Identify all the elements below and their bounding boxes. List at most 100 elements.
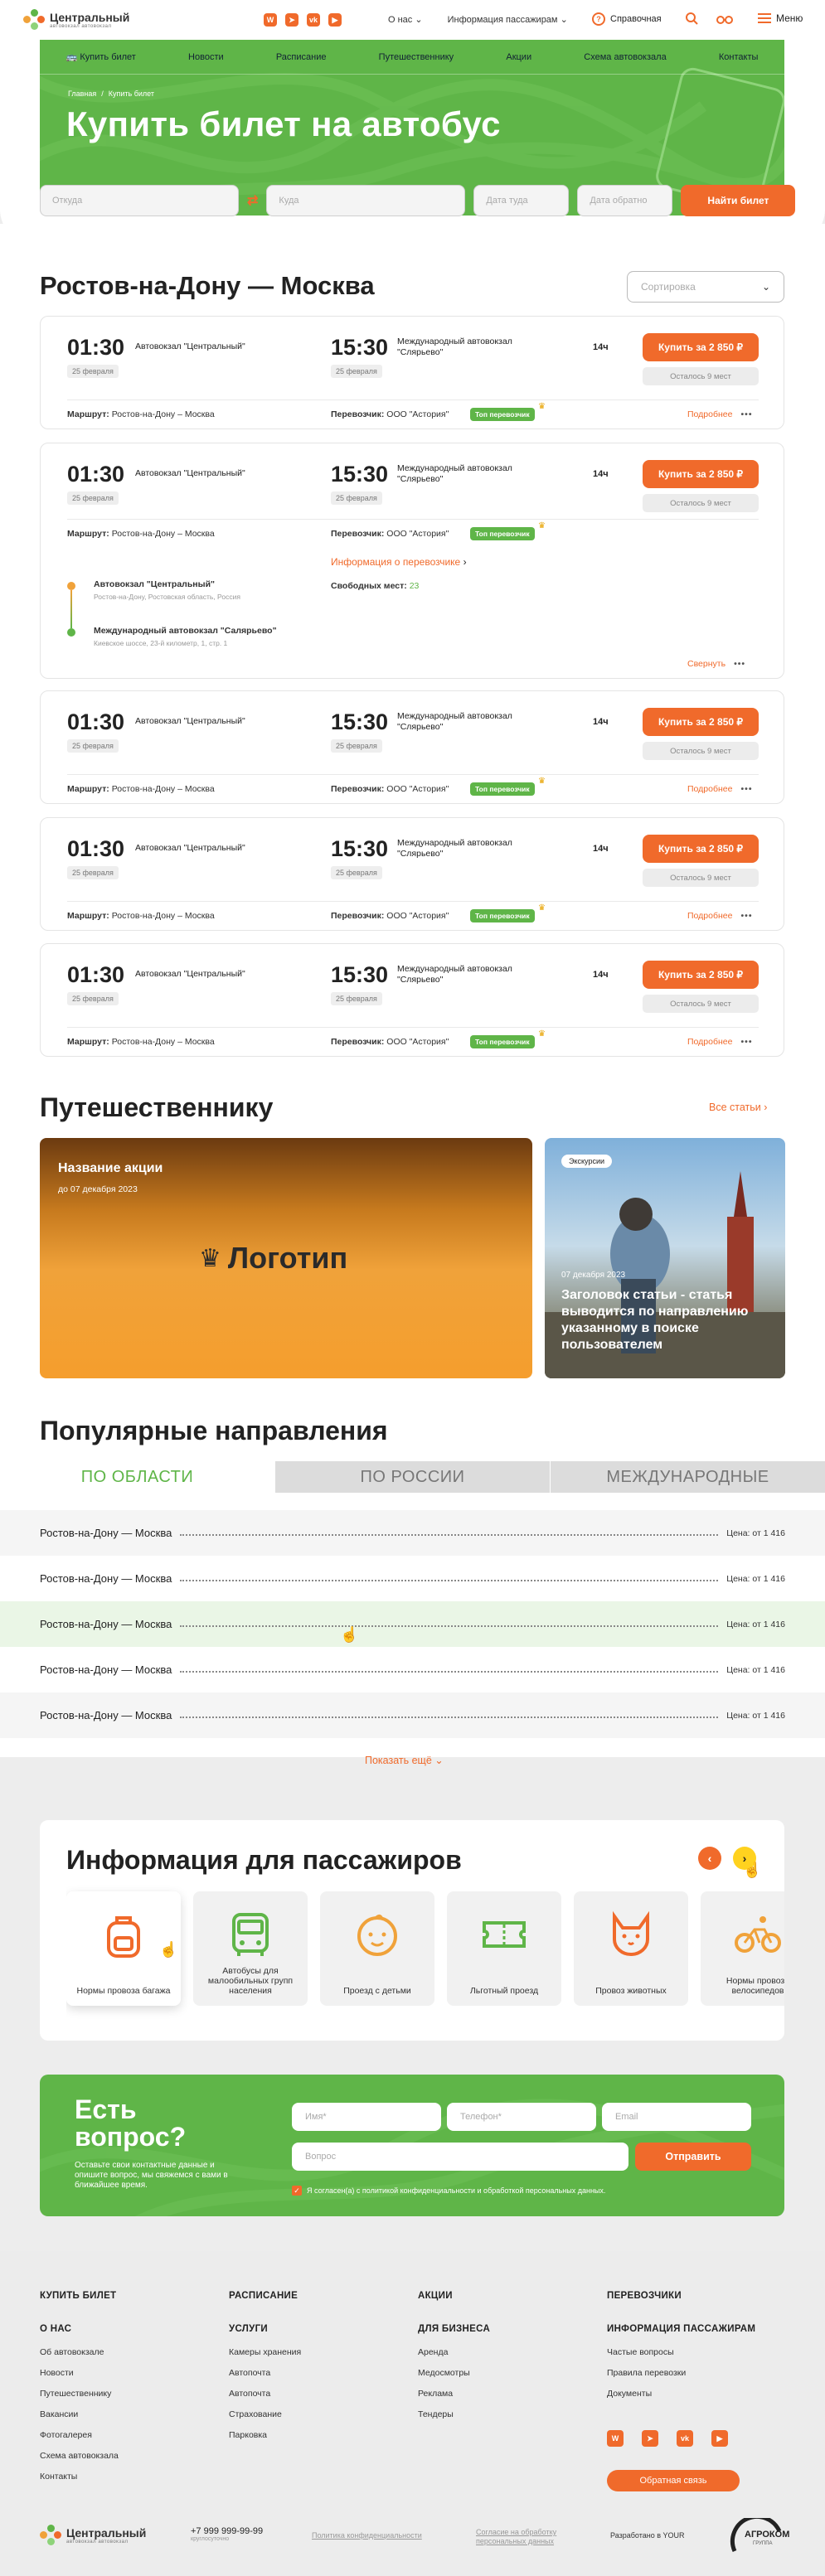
buy-button[interactable]: Купить за 2 850 ₽	[643, 961, 759, 989]
details-link[interactable]: Подробнее •••	[687, 784, 753, 794]
footer-link[interactable]: Контакты	[40, 2472, 119, 2482]
footer-heading[interactable]: АКЦИИ	[418, 2291, 490, 2301]
privacy-link[interactable]: Политика конфиденциальности	[312, 2531, 422, 2540]
sort-select[interactable]: Сортировка ⌄	[627, 271, 784, 303]
vk-icon[interactable]: vk	[677, 2430, 693, 2447]
footer-link[interactable]: Аренда	[418, 2347, 490, 2357]
nav-schedule[interactable]: Расписание	[276, 52, 327, 62]
footer-heading[interactable]: УСЛУГИ	[229, 2324, 301, 2334]
direction-row[interactable]: Ростов-на-Дону — Москва Цена: от 1 416	[0, 1510, 825, 1556]
footer-link[interactable]: Камеры хранения	[229, 2347, 301, 2357]
footer-link[interactable]: Парковка	[229, 2430, 301, 2440]
footer-phone[interactable]: +7 999 999-99-99	[191, 2526, 263, 2536]
footer-link[interactable]: Новости	[40, 2368, 119, 2378]
footer-link[interactable]: Автопочта	[229, 2368, 301, 2378]
all-articles-link[interactable]: Все статьи ›	[709, 1102, 767, 1113]
footer-heading[interactable]: РАСПИСАНИЕ	[229, 2291, 301, 2301]
category-low-mobility[interactable]: Автобусы для малообильных групп населени…	[193, 1891, 308, 2006]
telegram-icon[interactable]: ➤	[285, 13, 298, 27]
buy-button[interactable]: Купить за 2 850 ₽	[643, 460, 759, 488]
tab-russia[interactable]: ПО РОССИИ	[274, 1461, 550, 1493]
buy-button[interactable]: Купить за 2 850 ₽	[643, 835, 759, 863]
more-dots-icon[interactable]: •••	[734, 659, 745, 669]
footer-heading[interactable]: ИНФОРМАЦИЯ ПАССАЖИРАМ	[607, 2324, 755, 2334]
promo-card[interactable]: Название акции до 07 декабря 2023 ♛ Лого…	[40, 1138, 532, 1378]
direction-row[interactable]: Ростов-на-Дону — Москва Цена: от 1 416	[0, 1556, 825, 1601]
footer-link[interactable]: Автопочта	[229, 2389, 301, 2399]
more-dots-icon[interactable]: •••	[740, 784, 752, 794]
footer-link[interactable]: Медосмотры	[418, 2368, 490, 2378]
footer-link[interactable]: Частые вопросы	[607, 2347, 755, 2357]
vk-icon[interactable]: vk	[307, 13, 320, 27]
footer-link[interactable]: Документы	[607, 2389, 755, 2399]
nav-news[interactable]: Новости	[188, 52, 224, 62]
youtube-icon[interactable]: ▶	[711, 2430, 728, 2447]
help-link[interactable]: ? Справочная	[592, 12, 662, 26]
buy-button[interactable]: Купить за 2 850 ₽	[643, 333, 759, 361]
footer-heading[interactable]: О НАС	[40, 2324, 119, 2334]
nav-buy-ticket[interactable]: 🚌 Купить билет	[66, 51, 136, 62]
footer-heading[interactable]: ПЕРЕВОЗЧИКИ	[607, 2291, 755, 2301]
footer-link[interactable]: Правила перевозки	[607, 2368, 755, 2378]
direction-row[interactable]: Ростов-на-Дону — Москва Цена: от 1 416	[0, 1601, 825, 1647]
date-back-input[interactable]: Дата обратно	[577, 185, 673, 216]
email-field[interactable]: Email	[602, 2103, 751, 2131]
footer-link[interactable]: Схема автовокзала	[40, 2451, 119, 2461]
footer-link[interactable]: Вакансии	[40, 2409, 119, 2419]
more-dots-icon[interactable]: •••	[740, 409, 752, 419]
to-input[interactable]: Куда	[266, 185, 466, 216]
accessibility-glasses-icon[interactable]	[716, 12, 733, 24]
footer-link[interactable]: Об автовокзале	[40, 2347, 119, 2357]
top-menu-about[interactable]: О нас ⌄	[388, 14, 423, 25]
phone-field[interactable]: Телефон*	[447, 2103, 596, 2131]
details-link[interactable]: Подробнее •••	[687, 1037, 753, 1047]
details-link[interactable]: Подробнее •••	[687, 409, 753, 419]
direction-row[interactable]: Ростов-на-Дону — Москва Цена: от 1 416	[0, 1692, 825, 1738]
whatsapp-icon[interactable]: W	[264, 13, 277, 27]
youtube-icon[interactable]: ▶	[328, 13, 342, 27]
collapse-link[interactable]: Свернуть •••	[687, 659, 745, 669]
footer-link[interactable]: Фотогалерея	[40, 2430, 119, 2440]
submit-button[interactable]: Отправить	[635, 2143, 751, 2171]
question-field[interactable]: Вопрос	[292, 2143, 628, 2171]
buy-button[interactable]: Купить за 2 850 ₽	[643, 708, 759, 736]
name-field[interactable]: Имя*	[292, 2103, 441, 2131]
category-bicycles[interactable]: Нормы провоза велосипедов	[701, 1891, 784, 2006]
search-icon[interactable]	[685, 12, 698, 25]
show-more-button[interactable]: Показать ещё ⌄	[365, 1754, 444, 1766]
feedback-button[interactable]: Обратная связь	[607, 2470, 740, 2491]
footer-link[interactable]: Реклама	[418, 2389, 490, 2399]
carrier-info-link[interactable]: Информация о перевозчике ›	[331, 556, 467, 568]
category-animals[interactable]: Провоз животных	[574, 1891, 688, 2006]
breadcrumb-home[interactable]: Главная	[68, 90, 96, 98]
article-card[interactable]: Экскурсии 07 декабря 2023 Заголовок стат…	[545, 1138, 785, 1378]
more-dots-icon[interactable]: •••	[740, 911, 752, 921]
logo[interactable]: Центральный автовокзал автовокзал	[23, 9, 129, 31]
nav-station-map[interactable]: Схема автовокзала	[584, 52, 666, 62]
from-input[interactable]: Откуда	[40, 185, 239, 216]
footer-logo[interactable]: Центральный автовокзал автовокзал	[40, 2525, 146, 2546]
telegram-icon[interactable]: ➤	[642, 2430, 658, 2447]
nav-contacts[interactable]: Контакты	[719, 52, 759, 62]
menu-button[interactable]: Меню	[758, 12, 803, 24]
footer-link[interactable]: Тендеры	[418, 2409, 490, 2419]
swap-icon[interactable]: ⇄	[247, 192, 258, 209]
whatsapp-icon[interactable]: W	[607, 2430, 624, 2447]
consent-link[interactable]: Согласие на обработку персональных данны…	[476, 2528, 575, 2546]
details-link[interactable]: Подробнее •••	[687, 911, 753, 921]
nav-traveler[interactable]: Путешественнику	[379, 52, 454, 62]
tab-region[interactable]: ПО ОБЛАСТИ	[0, 1461, 274, 1493]
footer-heading[interactable]: КУПИТЬ БИЛЕТ	[40, 2291, 119, 2301]
tab-international[interactable]: МЕЖДУНАРОДНЫЕ	[550, 1461, 825, 1493]
nav-promos[interactable]: Акции	[506, 52, 531, 62]
agency-logo[interactable]: АГРОКОМ ГРУППА	[730, 2518, 789, 2553]
footer-heading[interactable]: ДЛЯ БИЗНЕСА	[418, 2324, 490, 2334]
category-children[interactable]: Проезд с детьми	[320, 1891, 434, 2006]
find-ticket-button[interactable]: Найти билет	[681, 185, 796, 216]
top-menu-passengers[interactable]: Информация пассажирам ⌄	[448, 14, 568, 25]
category-discount[interactable]: Льготный проезд	[447, 1891, 561, 2006]
footer-link[interactable]: Путешественнику	[40, 2389, 119, 2399]
more-dots-icon[interactable]: •••	[740, 1037, 752, 1047]
date-there-input[interactable]: Дата туда	[473, 185, 570, 216]
footer-link[interactable]: Страхование	[229, 2409, 301, 2419]
